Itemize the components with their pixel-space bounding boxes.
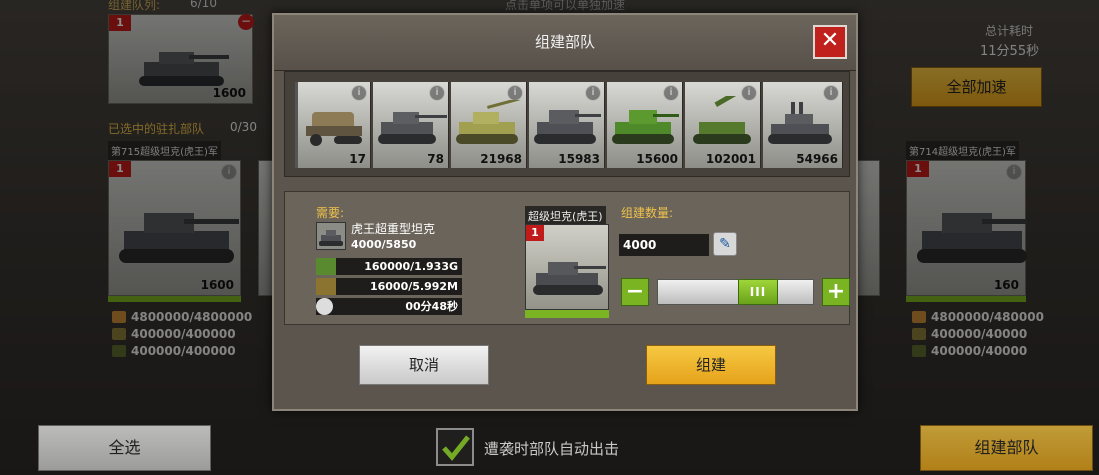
quantity-label: 组建数量: bbox=[621, 206, 674, 220]
info-icon[interactable]: i bbox=[507, 85, 523, 101]
plus-button[interactable]: + bbox=[822, 278, 850, 306]
build-button[interactable]: 组建 bbox=[646, 345, 776, 385]
slider-handle[interactable]: III bbox=[738, 279, 778, 305]
build-unit-dialog: 组建部队 ✕ i 17 i 78 i 21968 i 15983 i 15600… bbox=[272, 13, 858, 411]
edit-icon[interactable]: ✎ bbox=[713, 232, 737, 256]
info-icon[interactable]: i bbox=[663, 85, 679, 101]
fuel-icon bbox=[316, 278, 336, 295]
need-fuel-row: 16000/5.992M bbox=[316, 278, 462, 295]
info-icon[interactable]: i bbox=[585, 85, 601, 101]
info-icon[interactable]: i bbox=[429, 85, 445, 101]
green-tank-icon bbox=[612, 110, 679, 144]
unit-selector-strip: i 17 i 78 i 21968 i 15983 i 15600 i 1020… bbox=[284, 71, 850, 177]
unit-count: 17 bbox=[349, 152, 366, 166]
checkmark-icon bbox=[442, 435, 470, 461]
need-time-row: 00分48秒 bbox=[316, 298, 462, 315]
cancel-button[interactable]: 取消 bbox=[359, 345, 489, 385]
unit-thumb[interactable]: i 15600 bbox=[607, 82, 683, 168]
tiger-tank-icon bbox=[378, 112, 447, 144]
need-label: 需要: bbox=[316, 206, 345, 220]
close-icon: ✕ bbox=[820, 28, 840, 53]
quantity-input[interactable]: 4000 bbox=[619, 234, 709, 256]
form-unit-button[interactable]: 组建部队 bbox=[920, 425, 1093, 471]
auto-deploy-label: 遭袭时部队自动出击 bbox=[484, 440, 620, 458]
unit-count: 15600 bbox=[636, 152, 678, 166]
unit-count: 54966 bbox=[796, 152, 838, 166]
heavy-tank-icon bbox=[534, 110, 601, 144]
unit-thumb[interactable]: i 15983 bbox=[529, 82, 605, 168]
desert-tank-icon bbox=[456, 100, 523, 144]
cash-icon bbox=[316, 258, 336, 275]
build-detail-panel: 需要: 虎王超重型坦克 4000/5850 160000/1.933G 1600… bbox=[284, 191, 850, 325]
super-unit-card: 1 bbox=[525, 224, 609, 310]
unit-thumb[interactable]: i 21968 bbox=[451, 82, 527, 168]
minus-button[interactable]: − bbox=[621, 278, 649, 306]
close-button[interactable]: ✕ bbox=[813, 25, 847, 59]
clock-icon bbox=[316, 298, 333, 315]
unit-thumb[interactable]: i 102001 bbox=[685, 82, 761, 168]
unit-count: 78 bbox=[427, 152, 444, 166]
super-unit-bar bbox=[525, 310, 609, 318]
aa-tank-icon bbox=[768, 102, 832, 144]
select-all-button[interactable]: 全选 bbox=[38, 425, 211, 471]
quantity-slider[interactable]: III bbox=[657, 279, 814, 305]
auto-deploy-checkbox[interactable] bbox=[436, 428, 474, 466]
need-unit-count: 4000/5850 bbox=[351, 238, 417, 251]
unit-count: 21968 bbox=[480, 152, 522, 166]
halftrack-icon bbox=[306, 112, 362, 146]
unit-thumb[interactable]: i 54966 bbox=[763, 82, 843, 168]
tank-icon bbox=[533, 262, 606, 295]
need-cash-row: 160000/1.933G bbox=[316, 258, 462, 275]
info-icon[interactable]: i bbox=[351, 85, 367, 101]
unit-count: 15983 bbox=[558, 152, 600, 166]
unit-thumb[interactable]: i 78 bbox=[373, 82, 449, 168]
dialog-title: 组建部队 bbox=[534, 33, 595, 51]
super-unit-badge: 1 bbox=[526, 225, 544, 241]
unit-thumb[interactable]: i 17 bbox=[295, 82, 371, 168]
super-unit-title: 超级坦克(虎王) bbox=[525, 206, 606, 226]
tank-icon bbox=[316, 222, 346, 250]
need-unit-name: 虎王超重型坦克 bbox=[351, 222, 436, 236]
artillery-icon bbox=[693, 96, 752, 144]
unit-count: 102001 bbox=[705, 152, 756, 166]
dialog-header: 组建部队 ✕ bbox=[274, 15, 856, 71]
